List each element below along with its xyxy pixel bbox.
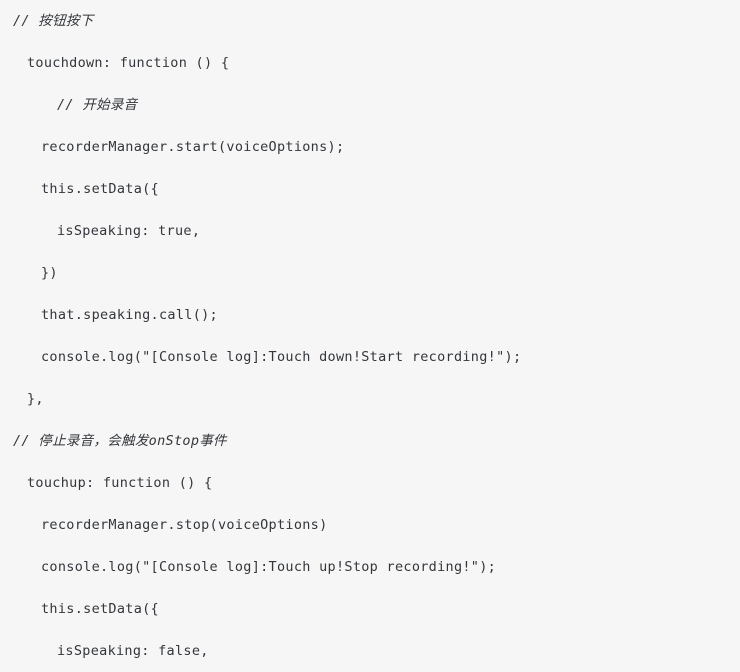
code-line: }): [41, 265, 58, 281]
code-line: this.setData({: [41, 601, 159, 617]
code-line: touchdown: function () {: [27, 55, 230, 71]
code-comment-line: // 开始录音: [57, 97, 138, 113]
code-line: recorderManager.start(voiceOptions);: [41, 139, 345, 155]
code-comment-line: // 停止录音，会触发onStop事件: [13, 433, 227, 449]
code-line: },: [27, 391, 44, 407]
code-line: console.log("[Console log]:Touch down!St…: [41, 349, 522, 365]
code-block: // 按钮按下 touchdown: function () { // 开始录音 re…: [0, 0, 740, 672]
code-line: console.log("[Console log]:Touch up!Stop…: [41, 559, 497, 575]
code-line: that.speaking.call();: [41, 307, 218, 323]
code-line: this.setData({: [41, 181, 159, 197]
code-line: isSpeaking: false,: [57, 643, 209, 659]
code-comment-line: // 按钮按下: [13, 13, 94, 29]
code-line: isSpeaking: true,: [57, 223, 201, 239]
code-line: touchup: function () {: [27, 475, 213, 491]
code-line: recorderManager.stop(voiceOptions): [41, 517, 328, 533]
